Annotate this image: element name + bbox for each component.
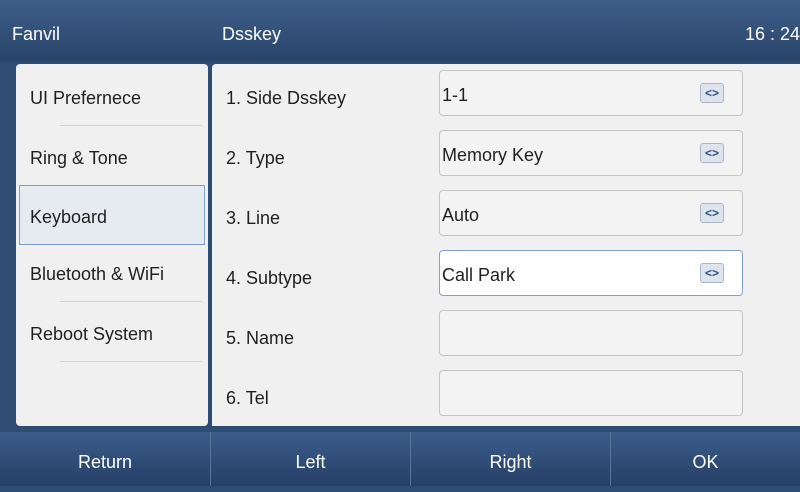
field-label: 3. Line (226, 208, 281, 228)
menu-item-bluetooth-wifi[interactable]: Bluetooth & WiFi (16, 242, 208, 302)
field-label: 5. Name (226, 328, 295, 348)
clock: 16 : 24 (744, 24, 800, 44)
menu-item-label: Keyboard (30, 207, 108, 227)
softkey-bar: Return Left Right OK (0, 432, 800, 486)
field-label: 4. Subtype (226, 268, 313, 288)
form-row-line: 3. Line Auto <> (212, 184, 800, 244)
field-label: 6. Tel (226, 388, 269, 408)
left-button[interactable]: Left (210, 432, 410, 486)
field-value: Auto (442, 205, 480, 225)
name-input[interactable] (439, 310, 743, 356)
title-bar: Fanvil Dsskey 16 : 24 (0, 0, 800, 62)
field-value: Memory Key (442, 145, 544, 165)
ok-button[interactable]: OK (610, 432, 800, 486)
menu-item-label: Reboot System (30, 324, 154, 344)
menu-item-ring-tone[interactable]: Ring & Tone (16, 126, 208, 186)
form-row-name: 5. Name (212, 304, 800, 364)
menu-item-ui-preference[interactable]: UI Prefernece (16, 66, 208, 126)
field-label: 2. Type (226, 148, 285, 168)
menu-item-label: Ring & Tone (30, 148, 128, 168)
field-value: Call Park (442, 265, 516, 285)
form-row-side-dsskey: 1. Side Dsskey 1-1 <> (212, 64, 800, 124)
return-button[interactable]: Return (0, 432, 210, 486)
settings-menu: UI Prefernece Ring & Tone Keyboard Bluet… (16, 64, 208, 426)
switch-arrows-icon[interactable]: <> (700, 143, 724, 163)
page-title: Dsskey (222, 24, 282, 44)
switch-arrows-icon[interactable]: <> (700, 203, 724, 223)
subtype-select[interactable]: Call Park <> (439, 250, 743, 296)
form-row-tel: 6. Tel (212, 364, 800, 424)
menu-item-reboot-system[interactable]: Reboot System (16, 302, 208, 362)
switch-arrows-icon[interactable]: <> (700, 263, 724, 283)
field-label: 1. Side Dsskey (226, 88, 347, 108)
menu-item-label: Bluetooth & WiFi (30, 264, 165, 284)
field-value: 1-1 (442, 85, 469, 105)
brand-label: Fanvil (12, 24, 61, 44)
tel-input[interactable] (439, 370, 743, 416)
dsskey-form: 1. Side Dsskey 1-1 <> 2. Type Memory Key… (212, 64, 800, 426)
divider (60, 361, 202, 362)
menu-item-label: UI Prefernece (30, 88, 142, 108)
side-dsskey-select[interactable]: 1-1 <> (439, 70, 743, 116)
menu-item-keyboard[interactable]: Keyboard (19, 185, 205, 245)
form-row-subtype: 4. Subtype Call Park <> (212, 244, 800, 304)
switch-arrows-icon[interactable]: <> (700, 83, 724, 103)
type-select[interactable]: Memory Key <> (439, 130, 743, 176)
form-row-type: 2. Type Memory Key <> (212, 124, 800, 184)
right-button[interactable]: Right (410, 432, 610, 486)
line-select[interactable]: Auto <> (439, 190, 743, 236)
